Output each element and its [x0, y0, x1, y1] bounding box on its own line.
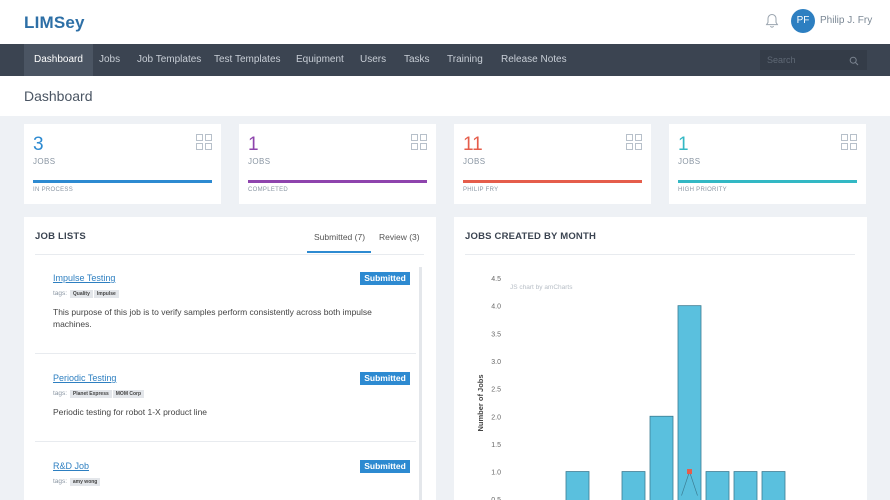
job-description: Periodic testing for robot 1-X product l… [53, 407, 208, 417]
stat-value: 1 [678, 134, 689, 155]
chart-bar [565, 471, 590, 500]
job-tags: tags: amy wong [53, 478, 101, 486]
y-tick-label: 2.5 [491, 387, 501, 394]
notification-bell-icon[interactable] [765, 13, 779, 29]
chart-bar [761, 471, 786, 500]
stat-value: 1 [248, 134, 259, 155]
tag[interactable]: Planet Express [69, 390, 112, 398]
stat-card-high-priority[interactable]: 1 JOBS HIGH PRIORITY [669, 124, 866, 204]
y-tick-label: 4.5 [491, 276, 501, 283]
y-tick-label: 3.5 [491, 331, 501, 338]
nav-item-tasks[interactable]: Tasks [404, 44, 430, 76]
divider [35, 353, 416, 354]
stat-sublabel: COMPLETED [248, 187, 289, 193]
job-title-link[interactable]: Periodic Testing [53, 373, 116, 383]
job-tags: tags: Planet Express MOM Corp [53, 390, 145, 398]
divider [35, 441, 416, 442]
main-nav: Dashboard Jobs Job Templates Test Templa… [0, 44, 890, 76]
avatar[interactable]: PF [791, 9, 815, 33]
stat-label: JOBS [33, 157, 56, 166]
y-tick-label: 1.0 [491, 470, 501, 477]
jobs-by-month-panel: JOBS CREATED BY MONTH 0.51.01.52.02.53.0… [454, 217, 867, 500]
tab-review[interactable]: Review (3) [379, 232, 420, 242]
job-description: This purpose of this job is to verify sa… [53, 307, 372, 329]
chart-credit: JS chart by amCharts [510, 284, 573, 291]
jobs-by-month-chart: 0.51.01.52.02.53.03.54.04.5Number of Job… [476, 276, 786, 500]
nav-item-equipment[interactable]: Equipment [296, 44, 344, 76]
page-header: Dashboard [0, 76, 890, 116]
grid-icon [411, 134, 427, 150]
stat-sublabel: PHILIP FRY [463, 187, 499, 193]
nav-item-release-notes[interactable]: Release Notes [501, 44, 567, 76]
nav-item-users[interactable]: Users [360, 44, 386, 76]
divider [35, 254, 424, 255]
chart-bar [705, 471, 730, 500]
y-axis-label: Number of Jobs [476, 374, 485, 431]
scrollbar[interactable] [419, 267, 422, 500]
active-tab-indicator [307, 251, 371, 253]
user-name[interactable]: Philip J. Fry [820, 15, 872, 26]
tags-label: tags: [53, 290, 68, 297]
stat-bar [678, 180, 857, 183]
tag[interactable]: amy wong [69, 478, 101, 486]
app-logo[interactable]: LIMSey [24, 13, 85, 33]
nav-item-training[interactable]: Training [447, 44, 483, 76]
job-title-link[interactable]: Impulse Testing [53, 273, 115, 283]
stat-value: 11 [463, 134, 483, 155]
y-tick-label: 2.0 [491, 414, 501, 421]
stat-label: JOBS [463, 157, 486, 166]
chart-bar [733, 471, 758, 500]
stat-sublabel: HIGH PRIORITY [678, 187, 727, 193]
tag[interactable]: Quality [69, 290, 93, 298]
page-title: Dashboard [24, 88, 93, 104]
search-icon[interactable] [849, 56, 859, 66]
tags-label: tags: [53, 390, 68, 397]
stat-sublabel: IN PROCESS [33, 187, 74, 193]
stat-bar [33, 180, 212, 183]
y-tick-label: 4.0 [491, 304, 501, 311]
chart-bar [621, 471, 646, 500]
stat-label: JOBS [248, 157, 271, 166]
y-tick-label: 3.0 [491, 359, 501, 366]
chart-marker [687, 469, 692, 475]
tag[interactable]: MOM Corp [112, 390, 145, 398]
nav-item-jobs[interactable]: Jobs [99, 44, 120, 76]
status-badge: Submitted [360, 272, 410, 285]
job-tags: tags: Quality Impulse [53, 290, 119, 298]
stat-bar [463, 180, 642, 183]
tags-label: tags: [53, 478, 68, 485]
grid-icon [841, 134, 857, 150]
stat-label: JOBS [678, 157, 701, 166]
y-tick-label: 1.5 [491, 442, 501, 449]
status-badge: Submitted [360, 372, 410, 385]
tab-submitted[interactable]: Submitted (7) [314, 232, 365, 242]
stat-card-completed[interactable]: 1 JOBS COMPLETED [239, 124, 436, 204]
stat-bar [248, 180, 427, 183]
status-badge: Submitted [360, 460, 410, 473]
tag[interactable]: Impulse [93, 290, 119, 298]
job-title-link[interactable]: R&D Job [53, 461, 89, 471]
stat-card-in-process[interactable]: 3 JOBS IN PROCESS [24, 124, 221, 204]
top-header: LIMSey PF Philip J. Fry [0, 0, 890, 44]
stat-value: 3 [33, 134, 44, 155]
grid-icon [196, 134, 212, 150]
grid-icon [626, 134, 642, 150]
nav-item-test-templates[interactable]: Test Templates [214, 44, 281, 76]
nav-item-dashboard[interactable]: Dashboard [24, 44, 93, 76]
nav-item-job-templates[interactable]: Job Templates [137, 44, 201, 76]
job-lists-panel: JOB LISTS Submitted (7) Review (3) Impul… [24, 217, 436, 500]
job-lists-title: JOB LISTS [35, 231, 86, 242]
stat-card-philip-fry[interactable]: 11 JOBS PHILIP FRY [454, 124, 651, 204]
chart-bar [649, 415, 674, 500]
